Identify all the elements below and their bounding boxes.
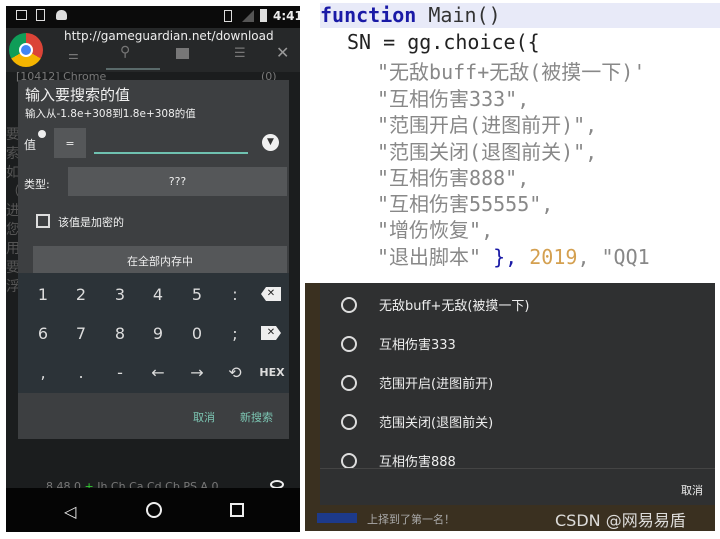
delete-forward-icon[interactable]: ✕ [261, 326, 281, 340]
settings-sliders-icon[interactable]: ⚌ [68, 48, 79, 62]
history-icon[interactable]: ⟲ [216, 363, 254, 382]
key-comma[interactable]: , [24, 363, 62, 382]
type-selector[interactable]: ??? [68, 167, 287, 196]
code-punct: }, [481, 245, 530, 269]
code-string: "范围开启(进图前开)", [377, 113, 598, 137]
key-2[interactable]: 2 [62, 285, 100, 304]
code-string: "范围关闭(退图前关)", [377, 140, 598, 164]
key-left-arrow[interactable]: ← [139, 363, 177, 382]
recents-icon[interactable] [230, 503, 244, 517]
key-0[interactable]: 0 [178, 324, 216, 343]
code-number: 2019 [529, 245, 578, 269]
watermark: CSDN @网易易盾 [555, 511, 686, 530]
operator-button[interactable]: = [54, 128, 86, 158]
key-3[interactable]: 3 [101, 285, 139, 304]
url-text: http://gameguardian.net/download [64, 29, 274, 43]
key-dot[interactable]: . [62, 363, 100, 382]
back-icon[interactable]: ◁ [64, 502, 76, 521]
dialog-actions: 取消 新搜索 [18, 393, 289, 439]
code-string: "互相伤害55555", [377, 192, 554, 216]
key-9[interactable]: 9 [139, 324, 177, 343]
key-8[interactable]: 8 [101, 324, 139, 343]
chrome-icon [9, 33, 43, 67]
lua-code-snippet: function Main() SN = gg.choice({ "无敌buff… [305, 0, 720, 283]
close-icon[interactable]: ✕ [276, 43, 289, 62]
key-6[interactable]: 6 [24, 324, 62, 343]
choice-option[interactable]: 范围关闭(退图前关) [320, 402, 715, 441]
radio-icon [341, 374, 357, 391]
numeric-keyboard: 1 2 3 4 5 : ✕ 6 7 8 9 0 ; ✕ , . - ← → ⟲ … [18, 273, 289, 393]
player-name-badge [317, 513, 357, 523]
value-input[interactable] [94, 132, 248, 154]
cancel-button[interactable]: 取消 [193, 409, 215, 425]
choice-option[interactable]: 无敌buff+无敌(被摸一下) [320, 285, 715, 324]
radio-icon [341, 413, 357, 430]
code-line: SN = gg.choice({ [347, 30, 540, 54]
key-minus[interactable]: - [101, 363, 139, 382]
search-value-dialog: 输入要搜索的值 输入从-1.8e+308到1.8e+308的值 值 = ▼ 类型… [18, 80, 289, 439]
clock: 4:41 [273, 9, 300, 23]
value-label: 值 [24, 138, 37, 152]
signal-icon [242, 10, 254, 22]
key-1[interactable]: 1 [24, 285, 62, 304]
home-icon[interactable] [146, 502, 162, 518]
key-5[interactable]: 5 [178, 285, 216, 304]
android-icon [56, 10, 67, 20]
key-7[interactable]: 7 [62, 324, 100, 343]
choice-option[interactable]: 互相伤害888 [320, 441, 715, 468]
backspace-icon[interactable]: ✕ [261, 287, 281, 301]
encrypted-checkbox[interactable] [36, 214, 50, 228]
search-icon[interactable]: ⚲ [120, 44, 130, 60]
encrypted-label: 该值是加密的 [58, 216, 124, 229]
code-string: "增伤恢复", [377, 218, 494, 242]
download-notification-icon [36, 9, 45, 21]
key-right-arrow[interactable]: → [178, 363, 216, 382]
ticker-text: 上择到了第一名！ [367, 513, 455, 526]
radio-icon [341, 296, 357, 313]
code-string: "退出脚本" [377, 245, 482, 269]
choice-option[interactable]: 范围开启(进图前开) [320, 363, 715, 402]
key-hex[interactable]: HEX [253, 366, 291, 379]
vibrate-icon [224, 10, 232, 22]
choice-option[interactable]: 互相伤害333 [320, 324, 715, 363]
key-colon[interactable]: : [216, 285, 254, 304]
gg-floating-toolbar: http://gameguardian.net/download ⚌ ⚲ ☰ ✕ [6, 28, 300, 72]
new-search-button[interactable]: 新搜索 [240, 409, 273, 425]
code-string: "互相伤害888", [377, 166, 530, 190]
game-choice-screenshot: 无敌buff+无敌(被摸一下) 互相伤害333 范围开启(进图前开) 范围关闭(… [305, 283, 715, 531]
code-string: , "QQ1 [577, 245, 650, 269]
status-bar: 4:41 [6, 6, 300, 28]
image-notification-icon [16, 10, 27, 20]
code-string: "无敌buff+无敌(被摸一下)' [377, 60, 646, 84]
type-label: 类型: [24, 178, 50, 191]
dropdown-icon[interactable]: ▼ [262, 134, 279, 151]
function-name: Main() [416, 3, 501, 27]
android-nav-bar: ◁ [6, 488, 300, 532]
key-4[interactable]: 4 [139, 285, 177, 304]
radio-icon [341, 452, 357, 468]
save-icon[interactable] [176, 48, 189, 59]
battery-charging-icon [260, 9, 267, 22]
info-icon[interactable] [38, 130, 46, 138]
keyword-function: function [320, 3, 417, 27]
code-string: "互相伤害333", [377, 87, 530, 111]
tab-indicator [106, 68, 160, 70]
key-semicolon[interactable]: ; [216, 324, 254, 343]
cancel-button[interactable]: 取消 [681, 482, 703, 498]
dialog-title: 输入要搜索的值 [25, 86, 131, 104]
list-icon[interactable]: ☰ [234, 46, 246, 61]
memory-region-button[interactable]: 在全部内存中 [33, 246, 287, 275]
radio-icon [341, 335, 357, 352]
dialog-subtitle: 输入从-1.8e+308到1.8e+308的值 [25, 108, 196, 120]
gameguardian-phone-screenshot: 4:41 http://gameguardian.net/download ⚌ … [6, 6, 300, 532]
choice-dialog: 无敌buff+无敌(被摸一下) 互相伤害333 范围开启(进图前开) 范围关闭(… [320, 283, 715, 505]
